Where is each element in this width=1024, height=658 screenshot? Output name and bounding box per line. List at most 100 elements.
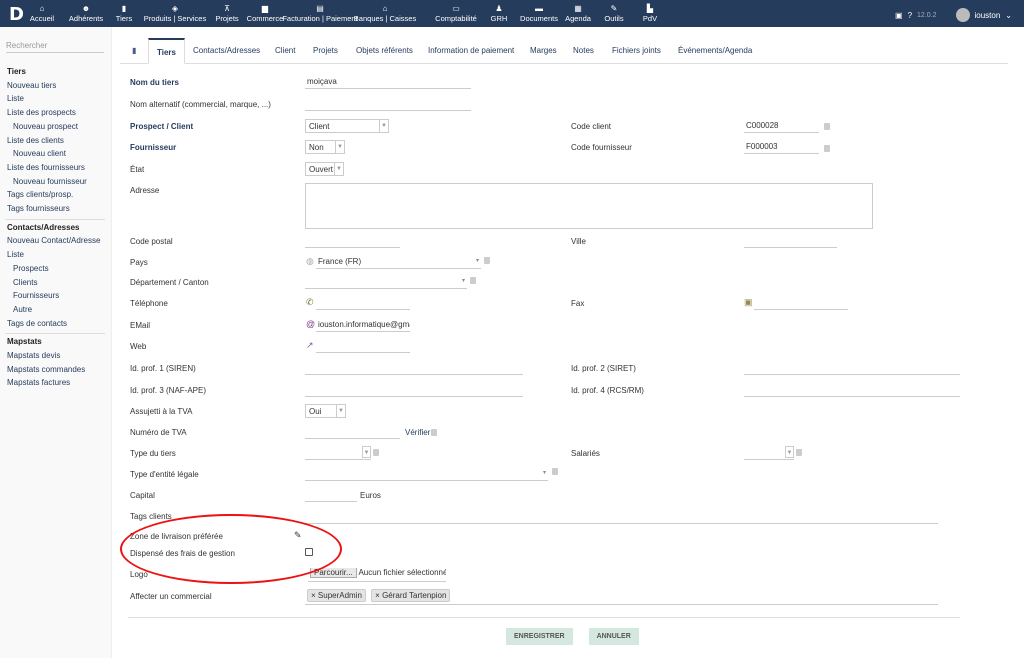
capital-input[interactable]: [305, 490, 357, 502]
prospect-select[interactable]: Client ▼: [305, 119, 389, 133]
search-input[interactable]: Rechercher: [6, 41, 104, 53]
label-tags: Tags clients: [130, 512, 172, 521]
commercial-tag[interactable]: × SuperAdmin: [307, 589, 366, 602]
sidebar-item[interactable]: Nouveau fournisseur: [13, 177, 87, 186]
commercial-tag[interactable]: × Gérard Tartenpion: [371, 589, 451, 602]
sidebar-item[interactable]: Liste des prospects: [7, 108, 76, 117]
fournisseur-select[interactable]: Non ▼: [305, 140, 345, 154]
menu-banques-caisses[interactable]: ⌂ Banques | Caisses: [354, 3, 416, 23]
sidebar-item[interactable]: Clients: [13, 278, 37, 287]
logo-file-input[interactable]: Parcourir... Aucun fichier sélectionné.: [308, 568, 446, 582]
sidebar-item[interactable]: Prospects: [13, 264, 49, 273]
file-status: Aucun fichier sélectionné.: [358, 568, 446, 577]
tags-input[interactable]: [305, 512, 938, 524]
menu-accueil[interactable]: ⌂ Accueil: [30, 3, 54, 23]
pencil-icon[interactable]: ✎: [294, 530, 302, 541]
tab-contacts-adresses[interactable]: Contacts/Adresses: [193, 38, 260, 64]
help-icon[interactable]: ?: [908, 11, 912, 20]
tab-objets-r-f-rents[interactable]: Objets référents: [356, 38, 413, 64]
sidebar-item[interactable]: Mapstats commandes: [7, 365, 85, 374]
tab-marges[interactable]: Marges: [530, 38, 557, 64]
tva-select[interactable]: Oui ▼: [305, 404, 346, 418]
sidebar-item[interactable]: Tiers: [7, 67, 26, 76]
tab-information-de-paiement[interactable]: Information de paiement: [428, 38, 514, 64]
code-postal-input[interactable]: [305, 236, 400, 248]
tab-notes[interactable]: Notes: [573, 38, 594, 64]
caret-down-icon: ▾: [461, 278, 465, 284]
code-fournisseur-input[interactable]: F000003: [744, 142, 819, 154]
menu-grh[interactable]: ♟ GRH: [491, 3, 508, 23]
siren-input[interactable]: [305, 363, 523, 375]
tab-projets[interactable]: Projets: [313, 38, 338, 64]
cancel-button[interactable]: ANNULER: [588, 628, 639, 645]
salaries-select[interactable]: ▼: [744, 446, 794, 460]
avatar[interactable]: [955, 8, 970, 22]
menu-tiers[interactable]: ▮ Tiers: [116, 3, 132, 30]
menu-commerce[interactable]: ▆ Commerce: [247, 3, 284, 23]
menu-pdv[interactable]: ▙ PdV: [643, 3, 657, 23]
sidebar-item[interactable]: Liste: [7, 250, 24, 259]
nom-tiers-input[interactable]: moiçava: [305, 77, 471, 89]
nom-alt-input[interactable]: [305, 99, 471, 111]
sidebar-item[interactable]: Nouveau tiers: [7, 81, 56, 90]
sidebar-item[interactable]: Autre: [13, 305, 32, 314]
num-tva-input[interactable]: [305, 427, 400, 439]
pays-select[interactable]: France (FR) ▾: [316, 257, 481, 269]
sidebar-item[interactable]: Tags fournisseurs: [7, 204, 70, 213]
calendar-icon: ▦: [574, 4, 582, 13]
code-client-input[interactable]: C000028: [744, 121, 819, 133]
menu-documents[interactable]: ▬ Documents: [520, 3, 558, 23]
tab-tiers[interactable]: Tiers: [148, 38, 185, 64]
menu-projets[interactable]: ⊼ Projets: [215, 3, 238, 23]
sidebar-item[interactable]: Mapstats devis: [7, 351, 60, 360]
sidebar-item[interactable]: Mapstats factures: [7, 378, 70, 387]
sidebar-item[interactable]: Contacts/Adresses: [7, 223, 79, 232]
commercial-input[interactable]: × SuperAdmin × Gérard Tartenpion: [305, 589, 938, 605]
sidebar-item[interactable]: Tags clients/prosp.: [7, 190, 73, 199]
entite-select[interactable]: ▾: [305, 469, 548, 481]
tab-client[interactable]: Client: [275, 38, 295, 64]
menu-comptabilit-[interactable]: ▭ Comptabilité: [435, 3, 477, 23]
web-input[interactable]: [316, 341, 410, 353]
siret-input[interactable]: [744, 363, 960, 375]
menu-agenda[interactable]: ▦ Agenda: [565, 3, 591, 23]
fax-input[interactable]: [754, 298, 848, 310]
departement-select[interactable]: ▾: [305, 277, 467, 289]
tab-fichiers-joints[interactable]: Fichiers joints: [612, 38, 661, 64]
building-icon[interactable]: ▮: [132, 38, 136, 64]
globe-icon: ◍: [306, 256, 314, 266]
fax-icon: ▣: [744, 297, 753, 307]
save-button[interactable]: ENREGISTRER: [506, 628, 573, 645]
sidebar-item[interactable]: Nouveau Contact/Adresse: [7, 236, 100, 245]
sidebar-item[interactable]: Fournisseurs: [13, 291, 59, 300]
print-icon[interactable]: ▣: [895, 11, 903, 20]
browse-button[interactable]: Parcourir...: [310, 568, 357, 578]
sidebar-item[interactable]: Nouveau client: [13, 149, 66, 158]
menu-outils[interactable]: ✎ Outils: [604, 3, 623, 23]
sidebar-item[interactable]: Liste des clients: [7, 136, 64, 145]
chevron-down-icon[interactable]: ⌄: [1005, 11, 1012, 20]
tab--v-nements-agenda[interactable]: Événements/Agenda: [678, 38, 752, 64]
naf-input[interactable]: [305, 385, 523, 397]
dispense-checkbox[interactable]: [305, 548, 313, 556]
telephone-input[interactable]: [316, 298, 410, 310]
sidebar-item[interactable]: Nouveau prospect: [13, 122, 78, 131]
sidebar-item[interactable]: Tags de contacts: [7, 319, 67, 328]
type-tiers-select[interactable]: ▼: [305, 446, 371, 460]
sidebar-item[interactable]: Liste: [7, 94, 24, 103]
verify-link[interactable]: Vérifier: [405, 428, 430, 437]
app-logo[interactable]: D: [9, 4, 24, 25]
ville-input[interactable]: [744, 236, 837, 248]
email-input[interactable]: iouston.informatique@gmai: [316, 320, 410, 332]
adresse-textarea[interactable]: [305, 183, 873, 229]
menu-facturation-paiement[interactable]: ▤ Facturation | Paiement: [282, 3, 357, 23]
bank-icon: ⌂: [382, 4, 388, 13]
user-name[interactable]: iouston: [975, 11, 1001, 20]
rcs-input[interactable]: [744, 385, 960, 397]
sidebar-item[interactable]: Liste des fournisseurs: [7, 163, 85, 172]
sidebar-item[interactable]: Mapstats: [7, 337, 42, 346]
menu-produits-services[interactable]: ◈ Produits | Services: [144, 3, 206, 23]
etat-select[interactable]: Ouvert ▼: [305, 162, 344, 176]
label-fournisseur: Fournisseur: [130, 143, 177, 152]
menu-adh-rents[interactable]: ☻ Adhérents: [69, 3, 103, 23]
